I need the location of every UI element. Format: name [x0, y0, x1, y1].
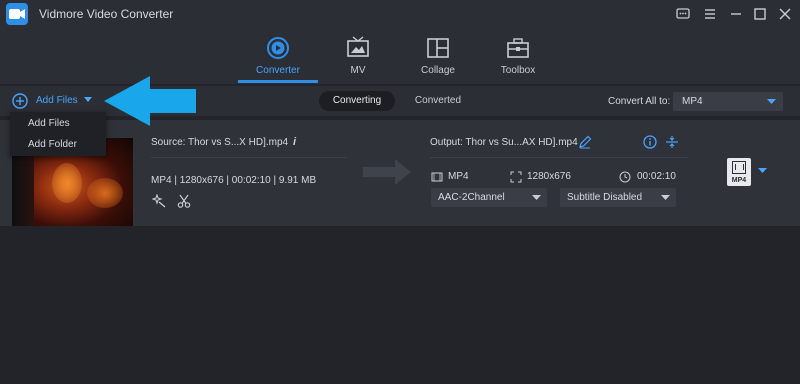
output-format-badge[interactable]: MP4 [727, 158, 751, 186]
convert-all-format-select[interactable]: MP4 [673, 92, 783, 111]
add-files-menu: Add Files Add Folder [10, 112, 106, 156]
output-format: MP4 [448, 171, 469, 182]
format-badge-label: MP4 [731, 177, 747, 184]
tab-toolbox-label: Toolbox [500, 65, 536, 76]
tab-converter-label: Converter [256, 65, 300, 76]
tab-collage[interactable]: Collage [410, 28, 466, 84]
output-resolution: 1280x676 [527, 171, 571, 182]
tab-converter[interactable]: Converter [238, 28, 318, 84]
resolution-icon [510, 170, 522, 183]
tab-converted[interactable]: Converted [400, 91, 476, 111]
convert-arrow-icon [363, 159, 411, 185]
close-icon[interactable] [775, 4, 795, 24]
source-filename: Source: Thor vs S...X HD].mp4 [151, 137, 289, 148]
tab-converting[interactable]: Converting [319, 91, 395, 111]
menu-item-add-files[interactable]: Add Files [28, 118, 70, 129]
film-icon [732, 161, 746, 174]
chevron-down-icon[interactable] [758, 168, 767, 174]
audio-track-select[interactable]: AAC-2Channel [431, 188, 547, 207]
divider [151, 157, 347, 158]
clock-icon [619, 170, 631, 183]
enhance-icon[interactable] [151, 193, 166, 208]
thumbnail-glow [52, 163, 82, 203]
menu-item-add-folder[interactable]: Add Folder [28, 139, 77, 150]
divider [430, 157, 688, 158]
active-tab-indicator [238, 80, 318, 83]
subtitle-value: Subtitle Disabled [567, 192, 643, 203]
format-icon [431, 170, 443, 182]
chevron-down-icon [532, 195, 541, 200]
converter-icon [265, 36, 291, 60]
add-files-label: Add Files [36, 95, 78, 106]
subtitle-select[interactable]: Subtitle Disabled [560, 188, 676, 207]
thumbnail-glow [87, 178, 123, 208]
menu-icon[interactable] [700, 4, 720, 24]
edit-icon[interactable] [578, 135, 592, 149]
title-bar: Vidmore Video Converter [0, 0, 800, 28]
audio-track-value: AAC-2Channel [438, 192, 505, 203]
output-info-icon[interactable] [643, 135, 657, 149]
chevron-down-icon [767, 99, 776, 104]
info-icon[interactable]: i [293, 136, 296, 148]
chevron-down-icon [661, 195, 670, 200]
convert-all-format-value: MP4 [682, 96, 703, 107]
app-title: Vidmore Video Converter [39, 7, 174, 21]
output-duration: 00:02:10 [637, 171, 676, 182]
toolbox-icon [505, 36, 531, 60]
feedback-icon[interactable] [673, 4, 693, 24]
cut-icon[interactable] [177, 194, 191, 208]
collage-icon [425, 36, 451, 60]
minimize-icon[interactable] [726, 4, 746, 24]
chevron-down-icon[interactable] [84, 97, 92, 103]
mv-icon [345, 36, 371, 60]
add-icon [12, 93, 28, 109]
tab-toolbox[interactable]: Toolbox [490, 28, 546, 84]
compress-icon[interactable] [665, 135, 679, 149]
maximize-icon[interactable] [750, 4, 770, 24]
tab-mv-label: MV [350, 65, 366, 76]
tab-mv[interactable]: MV [330, 28, 386, 84]
app-logo-icon [6, 3, 28, 25]
convert-all-label: Convert All to: [608, 96, 671, 107]
output-filename: Output: Thor vs Su...AX HD].mp4 [430, 137, 578, 148]
tab-collage-label: Collage [421, 65, 455, 76]
empty-list-area [0, 226, 800, 384]
source-metadata: MP4 | 1280x676 | 00:02:10 | 9.91 MB [151, 175, 317, 186]
pointer-arrow-icon [104, 76, 196, 126]
